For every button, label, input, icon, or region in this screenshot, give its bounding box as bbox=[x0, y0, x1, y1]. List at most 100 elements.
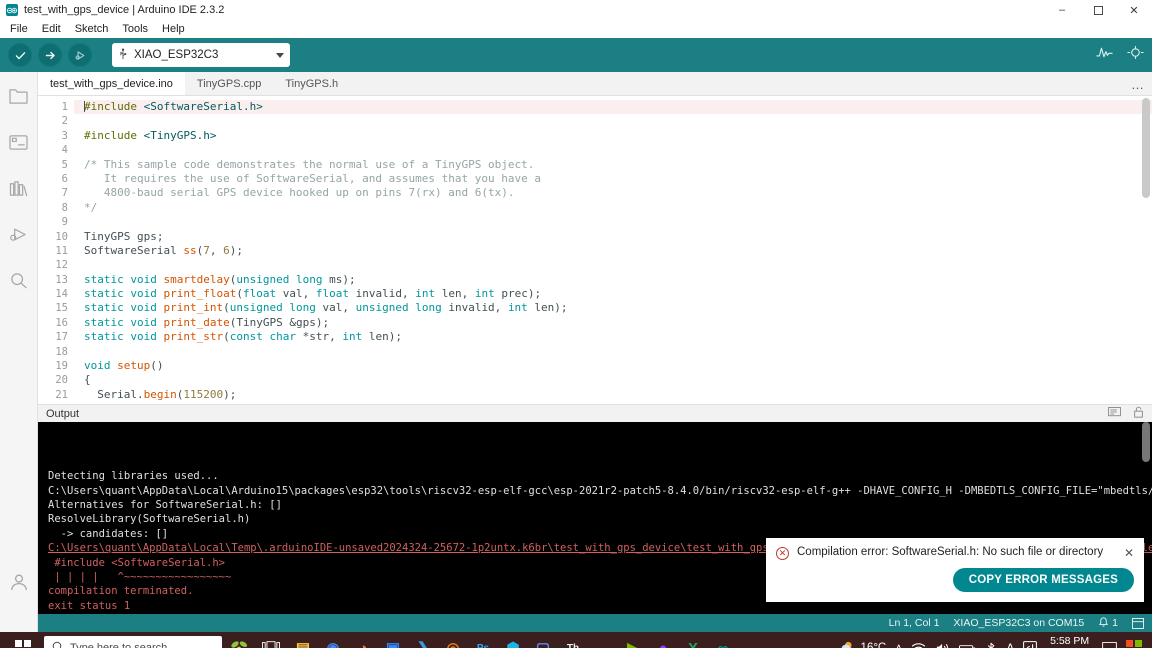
toast-close-button[interactable]: ✕ bbox=[1124, 546, 1134, 560]
menu-tools[interactable]: Tools bbox=[116, 22, 154, 36]
tab-tinygps-cpp[interactable]: TinyGPS.cpp bbox=[185, 72, 273, 95]
maximize-button[interactable] bbox=[1080, 0, 1116, 20]
line-number: 5 bbox=[61, 158, 68, 171]
board-port-status[interactable]: XIAO_ESP32C3 on COM15 bbox=[953, 617, 1084, 629]
boards-manager-icon[interactable] bbox=[7, 130, 31, 154]
menu-help[interactable]: Help bbox=[156, 22, 191, 36]
window-title: test_with_gps_device | Arduino IDE 2.3.2 bbox=[24, 4, 225, 16]
bluetooth-icon[interactable] bbox=[985, 642, 997, 648]
account-icon[interactable] bbox=[7, 570, 31, 594]
taskbar-clock[interactable]: 5:58 PM 4/24/2024 bbox=[1046, 635, 1093, 648]
toggle-panel-icon[interactable] bbox=[1132, 617, 1144, 629]
debug-button[interactable] bbox=[68, 43, 92, 67]
serial-plotter-icon[interactable] bbox=[1096, 45, 1113, 65]
tab-overflow-button[interactable]: … bbox=[1131, 72, 1144, 96]
wifi-icon[interactable] bbox=[911, 642, 926, 648]
search-icon[interactable] bbox=[7, 268, 31, 292]
notification-status[interactable]: 1 bbox=[1098, 616, 1118, 630]
file-explorer-icon[interactable]: ▤ bbox=[288, 634, 318, 648]
code-line: /* This sample code demonstrates the nor… bbox=[84, 157, 535, 171]
console-line: ResolveLibrary(SoftwareSerial.h) bbox=[48, 513, 251, 526]
serial-monitor-icon[interactable] bbox=[1127, 45, 1144, 65]
activity-bar bbox=[0, 72, 38, 632]
taskbar-search-box[interactable]: Type here to search bbox=[44, 636, 222, 648]
messenger-icon[interactable]: ● bbox=[648, 634, 678, 648]
tab-tinygps-h[interactable]: TinyGPS.h bbox=[273, 72, 350, 95]
cortana-flower-icon[interactable] bbox=[224, 634, 254, 648]
excel-icon[interactable]: X bbox=[678, 634, 708, 648]
usb-icon bbox=[118, 48, 128, 63]
zoom-icon[interactable]: ▣ bbox=[378, 634, 408, 648]
code-line: */ bbox=[84, 200, 98, 214]
window-controls: – ✕ bbox=[1044, 0, 1152, 20]
sketchbook-icon[interactable] bbox=[7, 84, 31, 108]
unlock-icon[interactable] bbox=[1133, 405, 1144, 423]
code-line: #include <SoftwareSerial.h> bbox=[74, 100, 1152, 115]
upload-button[interactable] bbox=[38, 43, 62, 67]
editor-scrollbar[interactable] bbox=[1142, 98, 1150, 198]
taskbar-search-placeholder: Type here to search bbox=[70, 642, 168, 648]
blender-icon[interactable]: ◎ bbox=[438, 634, 468, 648]
code-line: static void smartdelay(unsigned long ms)… bbox=[84, 272, 356, 286]
onedrive-icon[interactable] bbox=[1023, 641, 1038, 648]
code-line: It requires the use of SoftwareSerial, a… bbox=[84, 171, 541, 185]
nvidia-icon[interactable]: ▶ bbox=[618, 634, 648, 648]
clock-time: 5:58 PM bbox=[1050, 635, 1090, 647]
output-tools bbox=[1108, 405, 1144, 423]
thonny-icon[interactable]: Th bbox=[558, 634, 588, 648]
weather-temp: 16°C bbox=[860, 642, 887, 648]
action-center-icon[interactable] bbox=[1102, 641, 1117, 648]
console-scrollbar[interactable] bbox=[1142, 422, 1150, 462]
volume-icon[interactable] bbox=[935, 642, 950, 648]
menu-sketch[interactable]: Sketch bbox=[69, 22, 115, 36]
windows-taskbar: Type here to search ◔ Ps Th ▬ ● X ∞ 16°C… bbox=[0, 632, 1152, 648]
code-line: SoftwareSerial ss(7, 6); bbox=[84, 243, 243, 257]
line-number: 20 bbox=[55, 374, 68, 387]
debug-icon[interactable] bbox=[7, 222, 31, 246]
console-line: Detecting libraries used... bbox=[48, 470, 219, 483]
battery-icon[interactable] bbox=[959, 643, 976, 648]
code-content[interactable]: #include <SoftwareSerial.h> #include <Ti… bbox=[74, 96, 1152, 404]
line-number: 6 bbox=[61, 172, 68, 185]
cura-icon[interactable]: ⬢ bbox=[498, 634, 528, 648]
tray-chevron-up-icon[interactable]: ˄ bbox=[895, 641, 902, 648]
menu-edit[interactable]: Edit bbox=[36, 22, 67, 36]
arduino-icon[interactable]: ∞ bbox=[708, 634, 738, 648]
line-icon[interactable]: ▬ bbox=[588, 634, 618, 648]
line-number: 14 bbox=[55, 288, 68, 301]
chrome-icon[interactable]: ◉ bbox=[318, 634, 348, 648]
photoshop-icon[interactable]: Ps bbox=[468, 634, 498, 648]
line-number: 7 bbox=[61, 187, 68, 200]
notification-count: 1 bbox=[1112, 617, 1118, 629]
firefox-icon[interactable]: ◔ bbox=[348, 634, 378, 648]
tab-test-with-gps-device-ino[interactable]: test_with_gps_device.ino bbox=[38, 72, 185, 95]
task-view-icon[interactable] bbox=[256, 634, 286, 648]
language-indicator[interactable]: A bbox=[1006, 641, 1014, 648]
code-line: static void print_float(float val, float… bbox=[84, 287, 542, 301]
close-button[interactable]: ✕ bbox=[1116, 0, 1152, 20]
weather-widget[interactable]: 16°C bbox=[836, 640, 887, 648]
clear-output-icon[interactable] bbox=[1108, 405, 1121, 423]
code-line: void setup() bbox=[84, 359, 164, 373]
board-selector[interactable]: XIAO_ESP32C3 bbox=[112, 43, 290, 67]
taskbar-app-list: ▤◉◔▣❯◎Ps⬢▢Th▬▶●X∞ bbox=[288, 634, 738, 648]
windows-start-icon[interactable] bbox=[4, 640, 42, 648]
menu-file[interactable]: File bbox=[4, 22, 34, 36]
library-manager-icon[interactable] bbox=[7, 176, 31, 200]
code-editor[interactable]: 12345678910111213141516171819202122 #inc… bbox=[38, 96, 1152, 404]
line-number: 13 bbox=[55, 273, 68, 286]
copy-error-messages-button[interactable]: COPY ERROR MESSAGES bbox=[952, 568, 1134, 592]
verify-button[interactable] bbox=[8, 43, 32, 67]
code-line: #include <TinyGPS.h> bbox=[84, 128, 217, 142]
line-number: 8 bbox=[61, 201, 68, 214]
camera-icon[interactable]: ▢ bbox=[528, 634, 558, 648]
code-line: static void print_int(unsigned long val,… bbox=[84, 301, 568, 315]
minimize-button[interactable]: – bbox=[1044, 0, 1080, 20]
vscode-icon[interactable]: ❯ bbox=[408, 634, 438, 648]
output-title: Output bbox=[46, 407, 80, 420]
store-icon[interactable] bbox=[1126, 640, 1142, 648]
